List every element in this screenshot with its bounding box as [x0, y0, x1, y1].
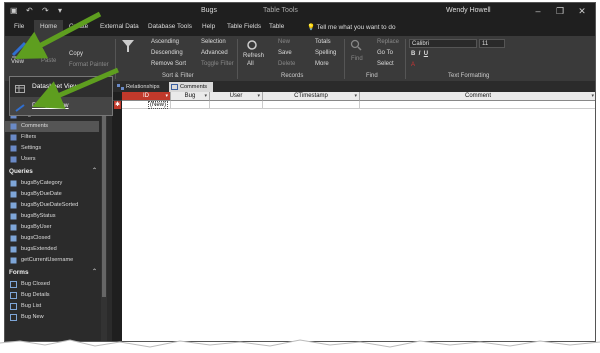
arrow-annotation-icon	[14, 11, 119, 109]
screenshot: ▣ ↶ ↷ ▾ Bugs Table Tools Wendy Howell – …	[0, 0, 600, 353]
